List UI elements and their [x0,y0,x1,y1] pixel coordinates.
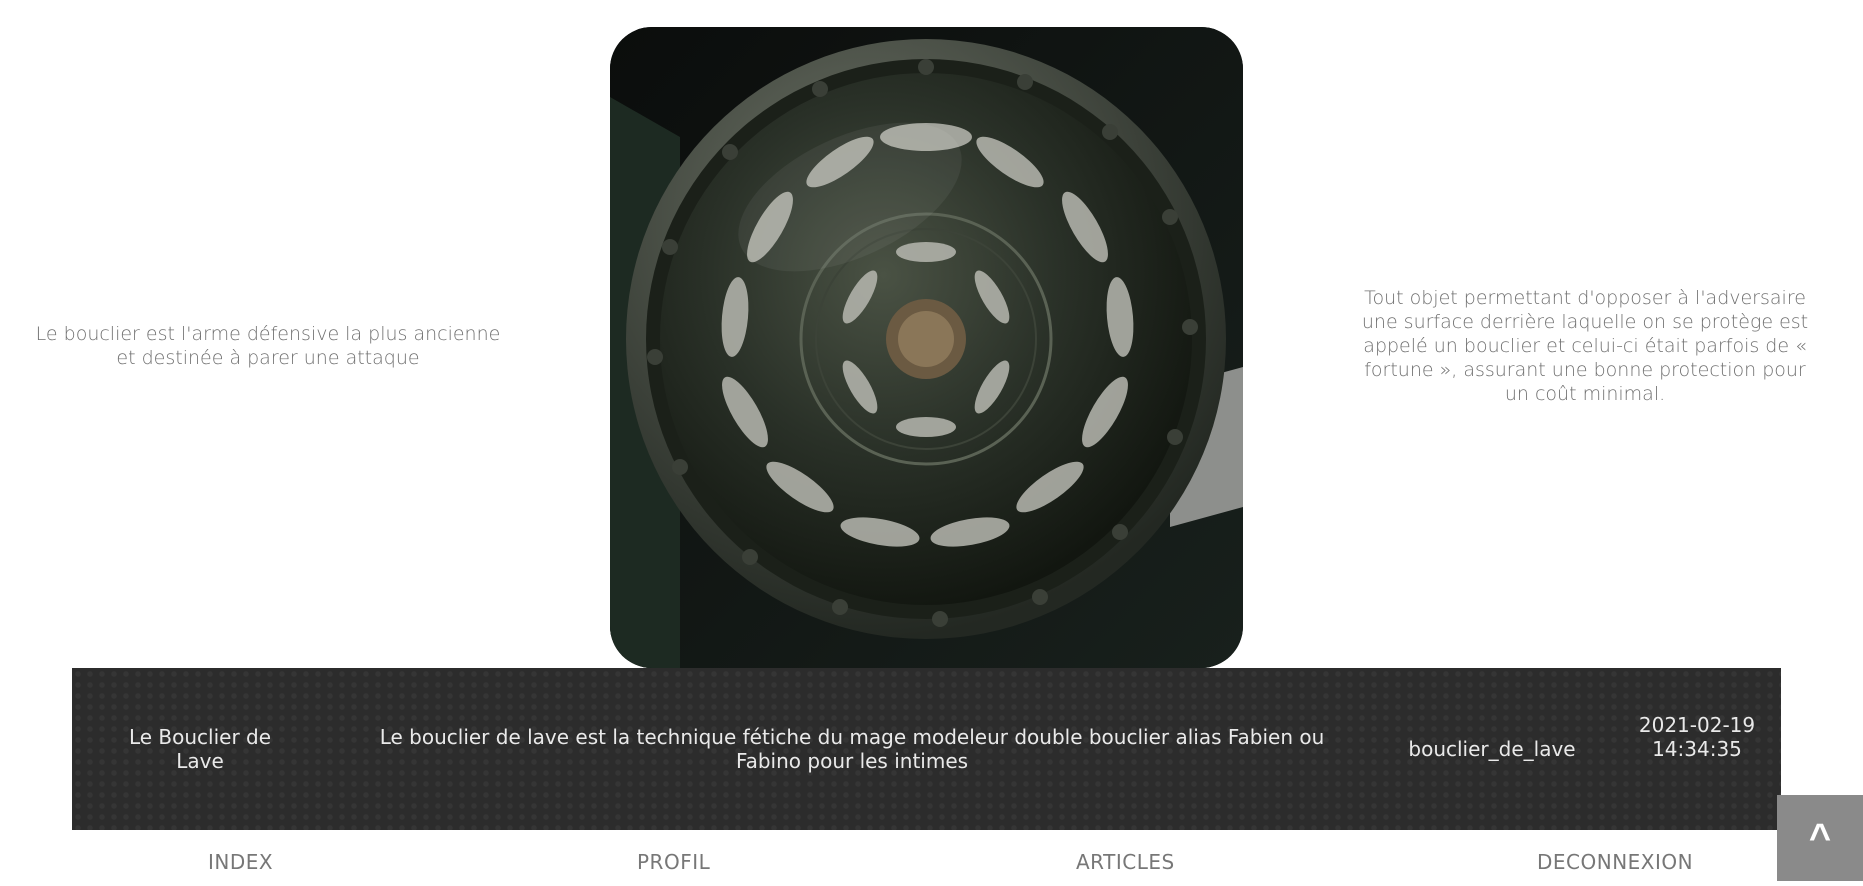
nav-link-index[interactable]: INDEX [208,850,273,874]
intro-text-left: Le bouclier est l'arme défensive la plus… [35,323,501,369]
caret-up-icon: ^ [1808,816,1832,859]
intro-text-right: Tout objet permettant d'opposer à l'adve… [1361,287,1809,405]
page: Le bouclier est l'arme défensive la plus… [0,0,1863,886]
back-to-top-button[interactable]: ^ [1777,795,1863,881]
article-slug: bouclier_de_lave [1408,737,1576,761]
article-date: 2021-02-19 14:34:35 [1638,713,1756,761]
article-info-bar: Le Bouclier de Lave Le bouclier de lave … [72,668,1781,830]
nav-link-profil[interactable]: PROFIL [637,850,710,874]
article-title: Le Bouclier de Lave [128,725,272,773]
nav-link-deconnexion[interactable]: DECONNEXION [1537,850,1693,874]
nav-link-articles[interactable]: ARTICLES [1076,850,1175,874]
article-description: Le bouclier de lave est la technique fét… [379,725,1325,773]
shield-image [610,27,1243,668]
footer-nav: INDEX PROFIL ARTICLES DECONNEXION [0,840,1863,880]
